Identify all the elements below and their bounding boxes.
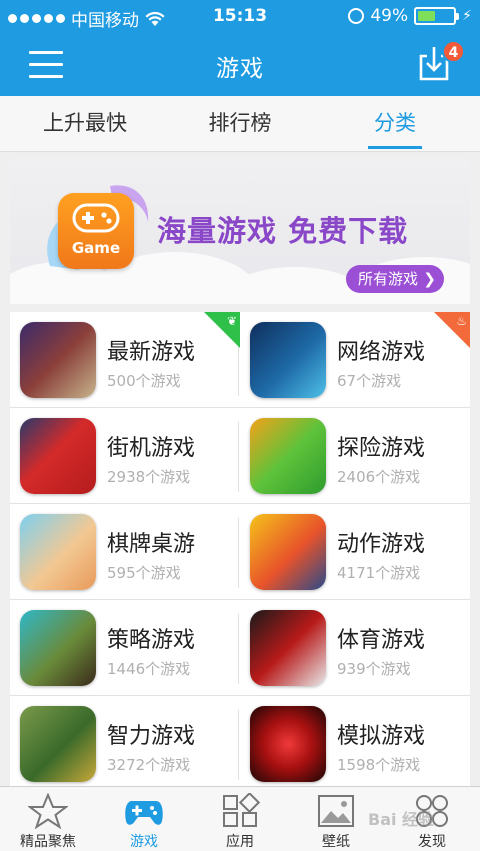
download-badge: 4 [442,40,465,63]
battery-percent: 49% [370,6,409,26]
bottom-tab-apps[interactable]: 应用 [192,787,288,851]
status-bar: 中国移动 15:13 49% ⚡ [0,0,480,34]
category-count: 939个游戏 [337,660,411,678]
category-name: 探险游戏 [337,436,426,461]
category-simulation-icon [250,706,326,782]
category-arcade-icon [20,418,96,494]
category-name: 棋牌桌游 [107,532,196,557]
banner-slogan: 海量游戏 免费下载 [157,214,409,248]
category-adventure-icon [250,418,326,494]
category-action-icon [250,514,326,590]
discover-icon [416,795,448,827]
category-name: 街机游戏 [107,436,196,461]
battery-icon [414,7,460,25]
category-name: 模拟游戏 [337,724,426,749]
category-count: 4171个游戏 [337,564,421,582]
charging-icon: ⚡ [462,8,472,24]
category-count: 500个游戏 [107,372,181,390]
category-name: 最新游戏 [107,340,196,365]
category-puzzle-icon [20,706,96,782]
flame-icon: ♨ [456,314,467,328]
bottom-tab-label: 应用 [226,834,254,850]
apps-icon [223,793,260,827]
gamepad-icon [125,801,163,825]
category-sports-icon [250,610,326,686]
tab-category[interactable]: 分类 [360,96,430,152]
category-name: 网络游戏 [337,340,426,365]
category-count: 2938个游戏 [107,468,191,486]
category-strategy[interactable]: 策略游戏 1446个游戏 [10,600,240,696]
battery-fill [418,11,435,21]
category-newest-icon [20,322,96,398]
gamepad-icon [72,203,120,233]
bottom-tab-label: 游戏 [130,834,158,850]
category-count: 595个游戏 [107,564,181,582]
category-arcade[interactable]: 街机游戏 2938个游戏 [10,408,240,504]
alarm-icon [348,8,365,24]
category-count: 1446个游戏 [107,660,191,678]
category-name: 智力游戏 [107,724,196,749]
bottom-tab-label: 发现 [418,834,446,850]
bottom-tab-discover[interactable]: 发现 [384,787,480,851]
tab-bar: 上升最快 排行榜 分类 [0,96,480,152]
category-adventure[interactable]: 探险游戏 2406个游戏 [240,408,470,504]
all-games-button[interactable]: 所有游戏 ❯ [346,265,444,293]
leaf-icon: ❦ [226,314,237,328]
bottom-tab-featured[interactable]: 精品聚焦 [0,787,96,851]
category-count: 3272个游戏 [107,756,191,774]
category-simulation[interactable]: 模拟游戏 1598个游戏 [240,696,470,792]
category-board-icon [20,514,96,590]
category-name: 动作游戏 [337,532,426,557]
app-root: 中国移动 15:13 49% ⚡ 游戏 4 上升最快 排行榜 分类 Game 海… [0,0,480,851]
all-games-label: 所有游戏 [358,270,419,288]
bottom-tab-label: 精品聚焦 [20,834,76,850]
tab-active-indicator [368,146,422,149]
category-board[interactable]: 棋牌桌游 595个游戏 [10,504,240,600]
category-online-icon [250,322,326,398]
star-icon [28,793,68,829]
chevron-right-icon: ❯ [423,270,436,288]
category-sports[interactable]: 体育游戏 939个游戏 [240,600,470,696]
game-logo-icon: Game [58,193,134,269]
tab-rising[interactable]: 上升最快 [30,96,140,152]
category-newest[interactable]: 最新游戏 500个游戏 ❦ [10,312,240,408]
game-logo-label: Game [71,239,121,257]
bottom-tab-wallpaper[interactable]: 壁纸 [288,787,384,851]
status-right: 49% ⚡ [348,6,472,26]
tab-ranking[interactable]: 排行榜 [190,96,290,152]
category-grid: 最新游戏 500个游戏 ❦ 网络游戏 67个游戏 ♨ 街机游戏 2938个游戏 … [10,312,470,786]
category-count: 2406个游戏 [337,468,421,486]
page-title: 游戏 [216,56,264,82]
bottom-tab-bar: 精品聚焦 游戏 应用 壁纸 发现 [0,786,480,851]
category-online[interactable]: 网络游戏 67个游戏 ♨ [240,312,470,408]
category-action[interactable]: 动作游戏 4171个游戏 [240,504,470,600]
category-puzzle[interactable]: 智力游戏 3272个游戏 [10,696,240,792]
bottom-tab-label: 壁纸 [322,834,350,850]
category-name: 策略游戏 [107,628,196,653]
category-count: 67个游戏 [337,372,402,390]
category-name: 体育游戏 [337,628,426,653]
category-strategy-icon [20,610,96,686]
category-count: 1598个游戏 [337,756,421,774]
bottom-tab-games[interactable]: 游戏 [96,787,192,851]
nav-bar: 游戏 4 [0,34,480,96]
image-icon [318,795,354,827]
